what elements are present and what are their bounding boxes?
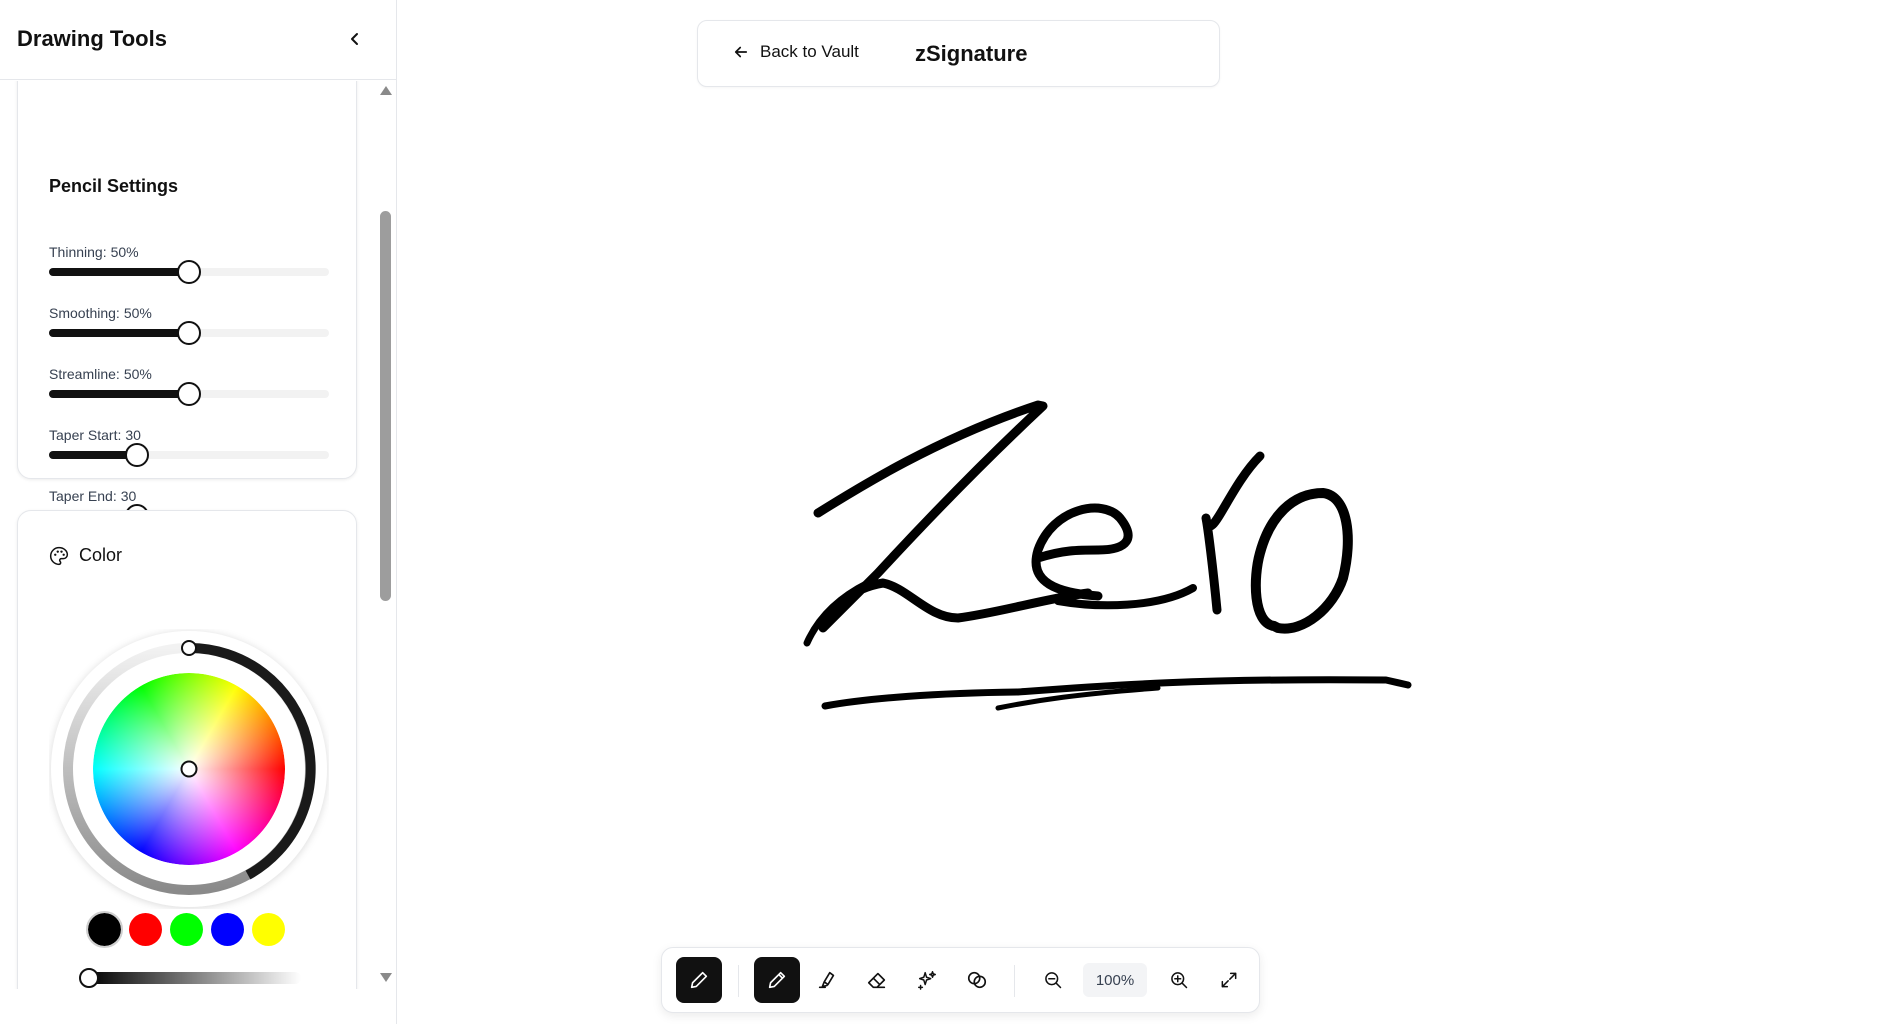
slider-fill xyxy=(49,390,189,398)
lightness-handle[interactable] xyxy=(181,640,197,656)
color-title: Color xyxy=(79,545,123,565)
slider-fill xyxy=(49,451,138,459)
eraser-icon xyxy=(867,972,886,989)
color-swatches xyxy=(86,911,285,948)
taper-start-label: Taper Start: xyxy=(49,427,122,443)
back-to-vault-button[interactable]: Back to Vault xyxy=(732,42,859,62)
swatch-red[interactable] xyxy=(129,913,162,946)
highlighter-icon xyxy=(818,971,835,989)
brightness-track[interactable] xyxy=(87,972,301,984)
smoothing-value: 50% xyxy=(123,305,152,321)
sidebar-scrollbar[interactable] xyxy=(377,81,393,989)
color-wheel-picker[interactable] xyxy=(49,629,329,909)
highlighter-tool-button[interactable] xyxy=(804,957,850,1003)
scroll-up-arrow-icon[interactable] xyxy=(380,86,392,95)
arrow-left-icon xyxy=(734,46,748,58)
scroll-down-arrow-icon[interactable] xyxy=(380,973,392,982)
sparkles-icon xyxy=(918,971,936,990)
scrollbar-thumb[interactable] xyxy=(380,211,391,601)
swatch-blue[interactable] xyxy=(211,913,244,946)
slider-fill xyxy=(49,268,189,276)
smoothing-label: Smoothing: xyxy=(49,305,120,321)
slider-track[interactable] xyxy=(49,382,329,406)
zoom-out-button[interactable] xyxy=(1030,957,1076,1003)
slider-fill xyxy=(49,329,189,337)
brightness-thumb[interactable] xyxy=(79,968,99,988)
sidebar-title: Drawing Tools xyxy=(17,26,167,51)
zoom-in-icon xyxy=(1171,972,1188,989)
fullscreen-button[interactable] xyxy=(1206,957,1252,1003)
fullscreen-icon xyxy=(1221,972,1237,988)
pen-tool-button[interactable] xyxy=(754,957,800,1003)
streamline-value: 50% xyxy=(123,366,152,382)
signature-strokes xyxy=(803,400,1412,711)
color-header: Color xyxy=(49,545,122,566)
back-to-vault-label: Back to Vault xyxy=(760,42,859,61)
streamline-slider[interactable]: Streamline: 50% xyxy=(49,366,329,406)
slider-track[interactable] xyxy=(49,260,329,284)
swatch-green[interactable] xyxy=(170,913,203,946)
thinning-label: Thinning: xyxy=(49,244,107,260)
streamline-label: Streamline: xyxy=(49,366,120,382)
taper-start-slider[interactable]: Taper Start: 30 xyxy=(49,427,329,467)
palette-icon xyxy=(50,546,69,565)
eraser-tool-button[interactable] xyxy=(854,957,900,1003)
taper-end-label: Taper End: xyxy=(49,488,117,504)
taper-end-value: 30 xyxy=(120,488,137,504)
toolbar-divider xyxy=(738,965,739,997)
pencil-tool-button[interactable] xyxy=(676,957,722,1003)
slider-thumb[interactable] xyxy=(177,321,201,345)
sidebar-scroll-area: Pencil Settings Thinning: 50% Smoothing: 5… xyxy=(0,81,396,989)
document-title: zSignature xyxy=(915,41,1028,66)
zoom-out-icon xyxy=(1045,972,1062,989)
drawing-canvas[interactable] xyxy=(398,88,1892,918)
collapse-sidebar-button[interactable] xyxy=(344,26,366,52)
zoom-level: 100% xyxy=(1083,963,1147,997)
chevron-left-icon xyxy=(351,33,358,45)
pencil-icon xyxy=(690,971,708,989)
slider-thumb[interactable] xyxy=(125,443,150,467)
slider-track[interactable] xyxy=(49,321,329,345)
taper-start-value: 30 xyxy=(125,427,141,443)
smoothing-slider[interactable]: Smoothing: 50% xyxy=(49,305,329,345)
pen-icon xyxy=(768,971,786,989)
shapes-icon xyxy=(967,971,987,989)
document-header: Back to Vault zSignature xyxy=(697,20,1220,87)
zoom-in-button[interactable] xyxy=(1156,957,1202,1003)
drawing-toolbar: 100% xyxy=(661,947,1260,1013)
hue-handle[interactable] xyxy=(180,760,198,778)
sidebar-header: Drawing Tools xyxy=(0,0,396,80)
slider-thumb[interactable] xyxy=(177,260,201,284)
color-card: Color xyxy=(17,510,357,989)
toolbar-divider xyxy=(1014,965,1015,997)
shapes-tool-button[interactable] xyxy=(954,957,1000,1003)
slider-track[interactable] xyxy=(49,443,329,467)
pencil-settings-card: Pencil Settings Thinning: 50% Smoothing: 5… xyxy=(17,81,357,528)
sidebar: Drawing Tools Pencil Settings Thinning: 5… xyxy=(0,0,397,1024)
slider-thumb[interactable] xyxy=(177,382,201,406)
thinning-value: 50% xyxy=(110,244,139,260)
magic-tool-button[interactable] xyxy=(904,957,950,1003)
brightness-slider[interactable] xyxy=(79,968,301,988)
swatch-yellow[interactable] xyxy=(252,913,285,946)
pencil-settings-title: Pencil Settings xyxy=(49,176,179,196)
thinning-slider[interactable]: Thinning: 50% xyxy=(49,244,329,284)
swatch-black[interactable] xyxy=(86,911,123,948)
